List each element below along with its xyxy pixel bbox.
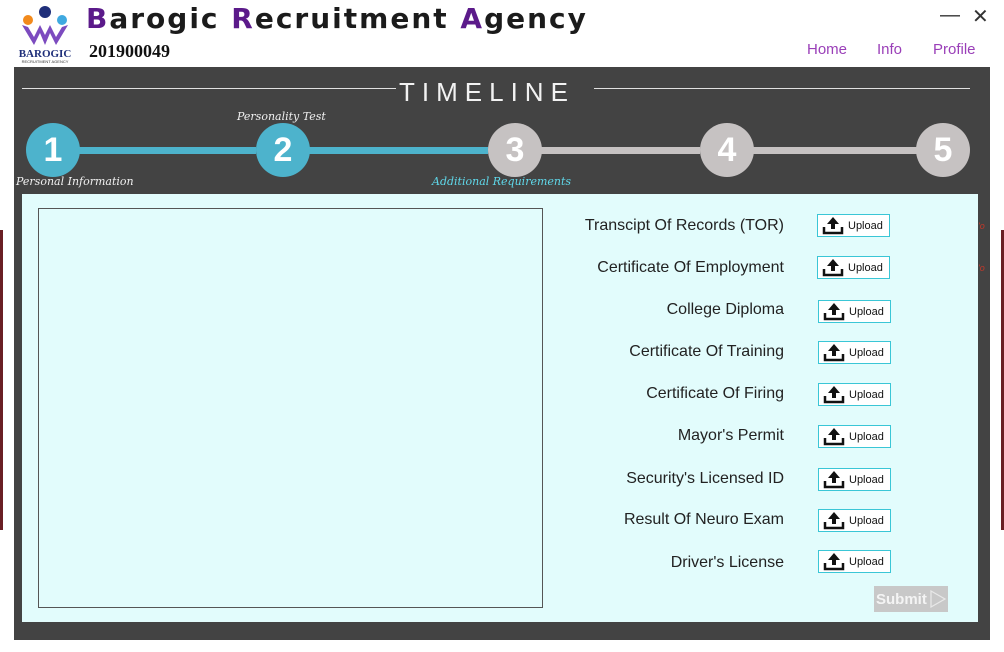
upload-button[interactable]: Upload [818, 300, 891, 323]
document-preview [38, 208, 543, 608]
upload-button-label: Upload [849, 430, 884, 443]
window-frame-left [0, 230, 3, 530]
requirement-label: Certificate Of Firing [646, 385, 784, 402]
upload-button-label: Upload [849, 388, 884, 401]
timeline-panel: TIMELINE 1 2 3 4 5 Personal Information … [14, 67, 990, 640]
upload-button-label: Upload [849, 473, 884, 486]
timeline-segment-1-2 [76, 147, 256, 154]
upload-icon [822, 259, 844, 277]
timeline-step-1[interactable]: 1 [26, 123, 80, 177]
timeline-segment-3-4 [540, 147, 700, 154]
requirement-label: Transcipt Of Records (TOR) [584, 217, 784, 234]
timeline-step-5[interactable]: 5 [916, 123, 970, 177]
upload-icon [822, 217, 844, 235]
requirements-area: Transcipt Of Records (TOR) Upload 'o Certif… [22, 194, 985, 622]
logo-subtext: RECRUITMENT AGENCY [22, 59, 69, 64]
timeline-segment-4-5 [752, 147, 918, 154]
timeline-rule-left [22, 88, 396, 89]
upload-icon [823, 303, 845, 321]
upload-button[interactable]: Upload [818, 383, 891, 406]
title-text: ecruitment [254, 2, 461, 35]
requirement-label: Mayor's Permit [677, 427, 784, 444]
upload-button[interactable]: Upload [818, 550, 891, 573]
title-text: arogic [109, 2, 232, 35]
upload-button-label: Upload [848, 261, 883, 274]
timeline-step-1-label: Personal Information [16, 175, 134, 188]
nav-home-link[interactable]: Home [807, 41, 847, 58]
upload-icon [823, 344, 845, 362]
app-title: Barogic Recruitment Agency [86, 2, 588, 35]
timeline-step-3[interactable]: 3 [488, 123, 542, 177]
upload-button[interactable]: Upload [817, 214, 890, 237]
upload-button-label: Upload [848, 219, 883, 232]
timeline-step-4[interactable]: 4 [700, 123, 754, 177]
requirement-label: Result Of Neuro Exam [623, 511, 784, 528]
requirement-label: College Diploma [666, 301, 784, 318]
company-logo: BAROGIC RECRUITMENT AGENCY [19, 6, 71, 64]
requirement-label: Driver's License [670, 554, 784, 571]
upload-button[interactable]: Upload [818, 425, 891, 448]
timeline-segment-2-3 [308, 147, 488, 154]
upload-button[interactable]: Upload [818, 341, 891, 364]
nav-profile-link[interactable]: Profile [933, 41, 976, 58]
status-mark: 'o [978, 221, 985, 231]
upload-icon [823, 386, 845, 404]
app-window: BAROGIC RECRUITMENT AGENCY Barogic Recru… [0, 0, 1004, 652]
upload-button-label: Upload [849, 305, 884, 318]
requirement-label: Certificate Of Training [629, 343, 784, 360]
upload-icon [823, 428, 845, 446]
upload-icon [823, 512, 845, 530]
title-capital: A [460, 2, 485, 35]
upload-button[interactable]: Upload [818, 468, 891, 491]
nav-info-link[interactable]: Info [877, 41, 902, 58]
upload-icon [823, 471, 845, 489]
timeline-step-2-label: Personality Test [237, 110, 326, 123]
upload-button-label: Upload [849, 555, 884, 568]
user-id: 201900049 [89, 41, 170, 61]
timeline-title: TIMELINE [399, 77, 575, 107]
timeline-step-2[interactable]: 2 [256, 123, 310, 177]
timeline-rule-right [594, 88, 970, 89]
upload-button[interactable]: Upload [818, 509, 891, 532]
upload-button-label: Upload [849, 346, 884, 359]
upload-button-label: Upload [849, 514, 884, 527]
title-capital: B [86, 2, 110, 35]
requirement-label: Security's Licensed ID [626, 470, 784, 487]
submit-button[interactable]: Submit [874, 586, 948, 612]
close-button[interactable]: ✕ [972, 4, 989, 29]
arrow-right-icon [930, 590, 946, 608]
title-text: gency [484, 2, 588, 35]
title-capital: R [231, 2, 255, 35]
status-mark: 'o [978, 263, 985, 273]
minimize-button[interactable]: — [940, 4, 960, 27]
upload-button[interactable]: Upload [817, 256, 890, 279]
upload-icon [823, 553, 845, 571]
submit-label: Submit [876, 590, 927, 608]
requirement-label: Certificate Of Employment [597, 259, 784, 276]
timeline-step-3-label: Additional Requirements [432, 175, 572, 188]
